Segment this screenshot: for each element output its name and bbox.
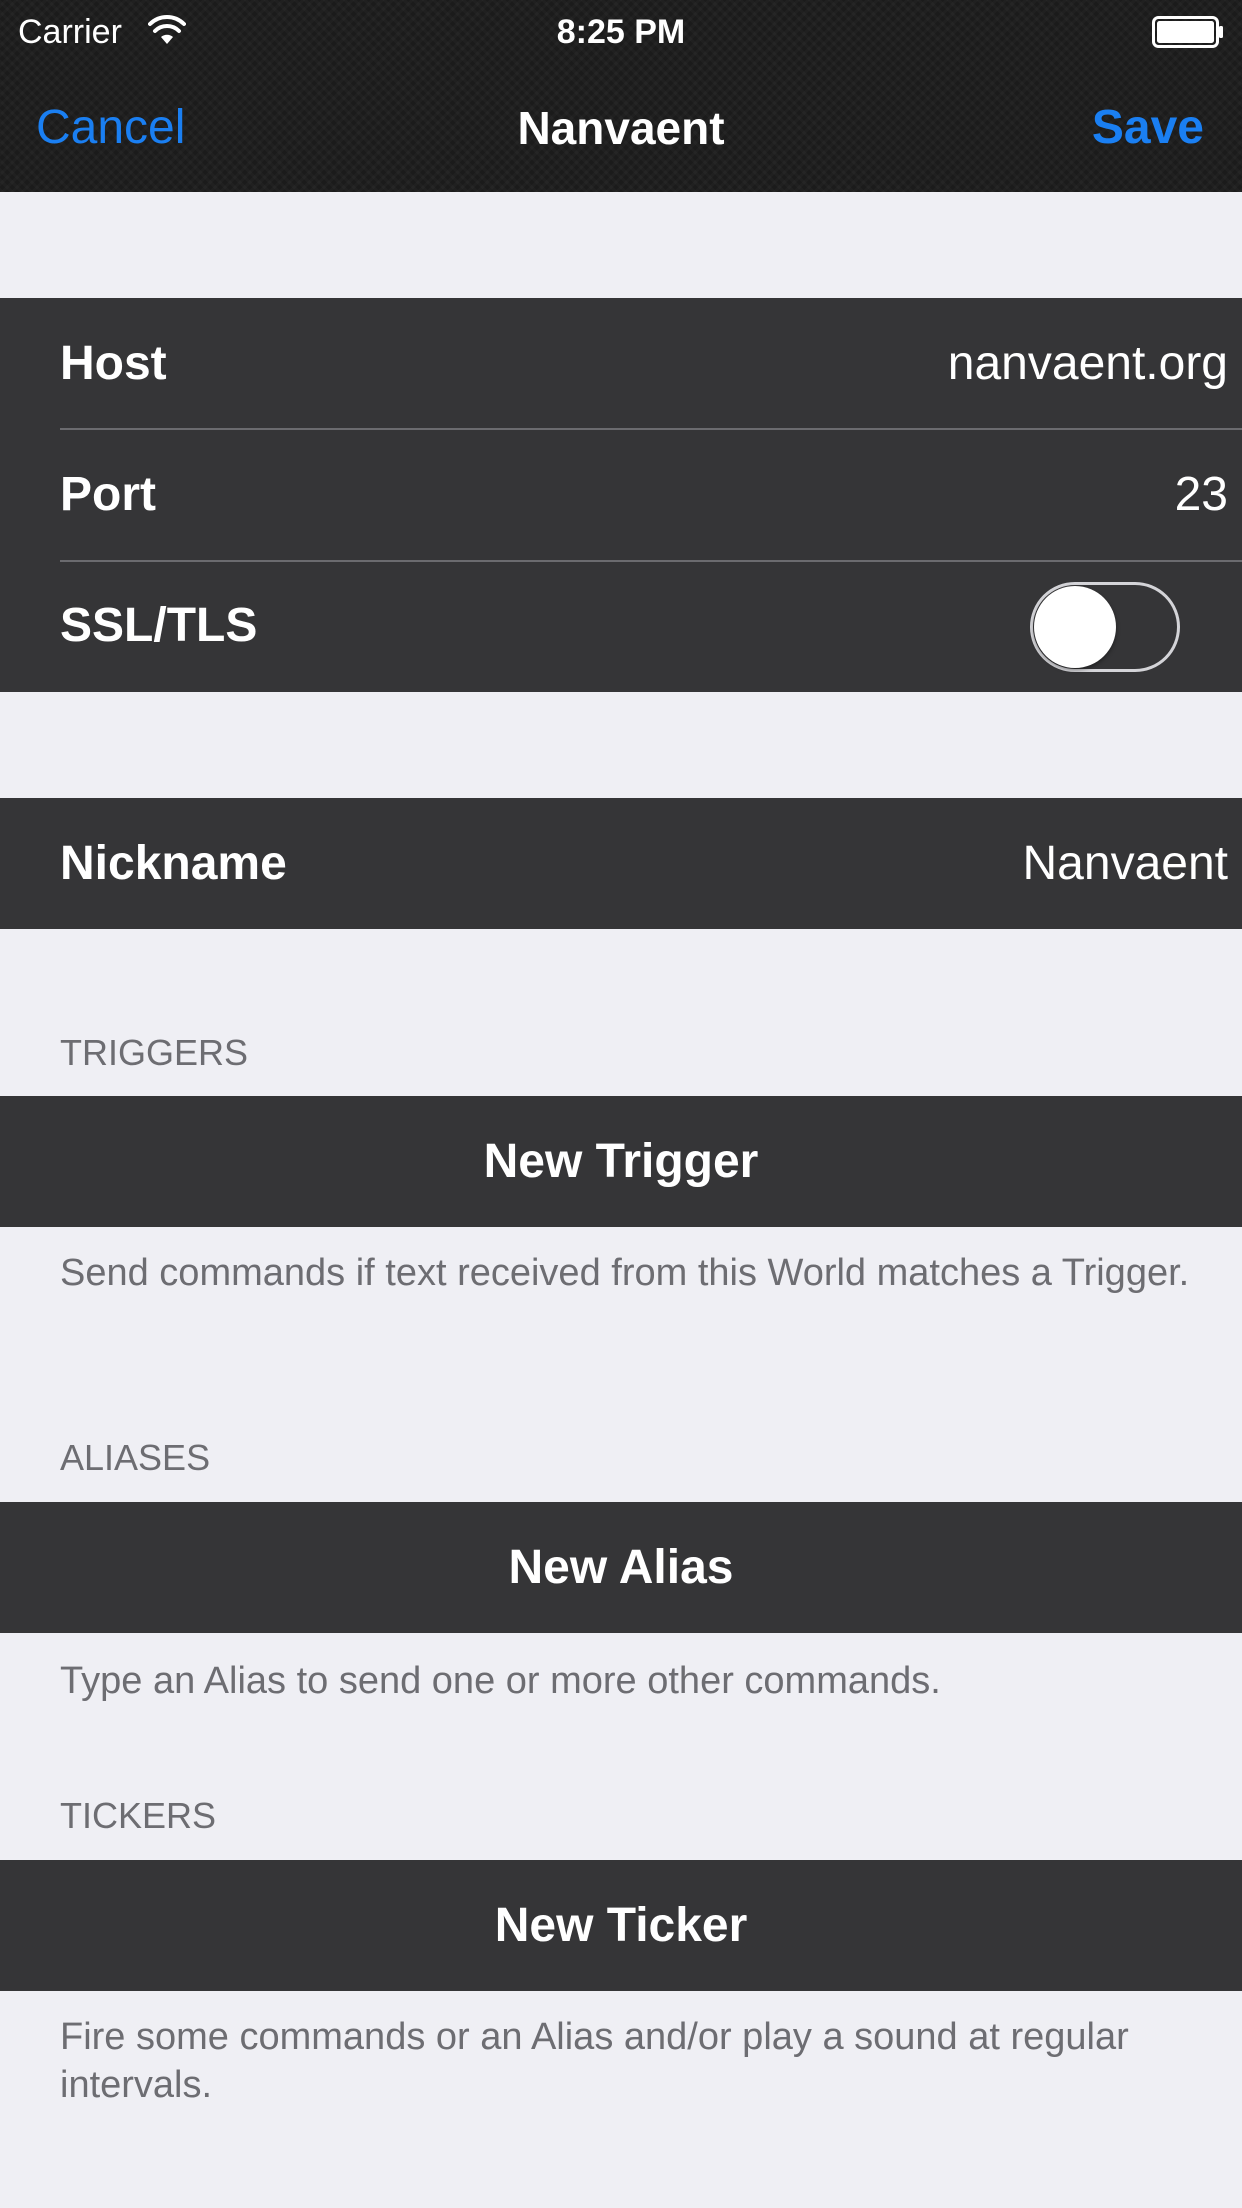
nickname-group: Nickname Nanvaent bbox=[0, 798, 1242, 929]
host-row[interactable]: Host nanvaent.org bbox=[0, 298, 1242, 429]
port-row[interactable]: Port 23 bbox=[0, 429, 1242, 560]
new-trigger-button[interactable]: New Trigger bbox=[0, 1096, 1242, 1227]
port-field[interactable]: 23 bbox=[1175, 429, 1228, 560]
tickers-section-header: TICKERS bbox=[60, 1795, 217, 1836]
triggers-footer: Send commands if text received from this… bbox=[60, 1252, 1190, 1294]
ssl-label: SSL/TLS bbox=[60, 599, 258, 652]
host-field[interactable]: nanvaent.org bbox=[948, 298, 1228, 429]
save-button[interactable]: Save bbox=[1092, 98, 1204, 158]
ssl-toggle[interactable] bbox=[1030, 582, 1180, 672]
tickers-footer: Fire some commands or an Alias and/or pl… bbox=[60, 2016, 1129, 2106]
page-title: Nanvaent bbox=[517, 102, 725, 154]
nickname-row[interactable]: Nickname Nanvaent bbox=[0, 798, 1242, 929]
aliases-footer: Type an Alias to send one or more other … bbox=[60, 1660, 941, 1702]
battery-icon bbox=[1152, 16, 1223, 48]
connection-group: Host nanvaent.org Port 23 SSL/TLS bbox=[0, 298, 1242, 692]
ssl-row: SSL/TLS bbox=[0, 560, 1242, 691]
host-label: Host bbox=[60, 337, 167, 390]
cancel-button[interactable]: Cancel bbox=[36, 98, 185, 158]
new-alias-button[interactable]: New Alias bbox=[0, 1502, 1242, 1633]
nickname-field[interactable]: Nanvaent bbox=[1023, 798, 1228, 929]
nickname-label: Nickname bbox=[60, 837, 287, 890]
new-ticker-button[interactable]: New Ticker bbox=[0, 1860, 1242, 1991]
toggle-knob bbox=[1034, 586, 1116, 668]
triggers-section-header: TRIGGERS bbox=[60, 1032, 249, 1073]
aliases-section-header: ALIASES bbox=[60, 1437, 211, 1478]
top-bar: Carrier 8:25 PM Cancel Nanvaent Save bbox=[0, 0, 1242, 192]
port-label: Port bbox=[60, 468, 156, 521]
status-time: 8:25 PM bbox=[556, 13, 686, 51]
